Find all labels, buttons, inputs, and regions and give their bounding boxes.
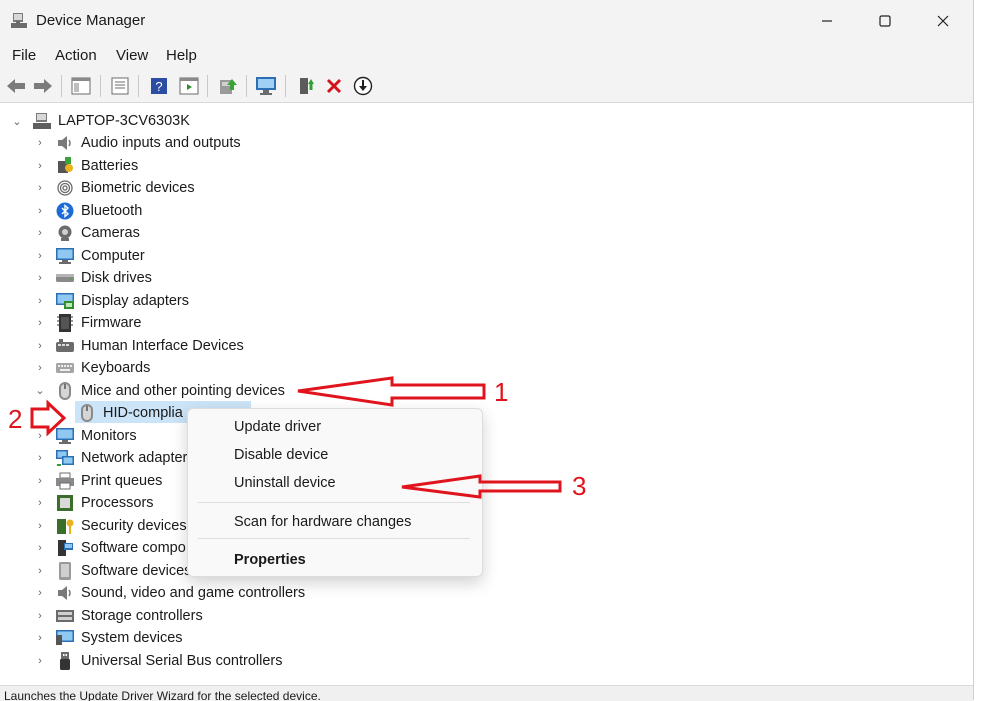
annotation-arrow-3 bbox=[401, 474, 562, 499]
annotation-overlay bbox=[30, 376, 562, 499]
annotation-label-1: 1 bbox=[494, 377, 509, 407]
annotation-label-2: 2 bbox=[8, 404, 23, 434]
annotation-arrow-1 bbox=[297, 376, 486, 407]
annotation-label-3: 3 bbox=[572, 471, 587, 501]
annotation-arrow-2 bbox=[30, 399, 67, 437]
